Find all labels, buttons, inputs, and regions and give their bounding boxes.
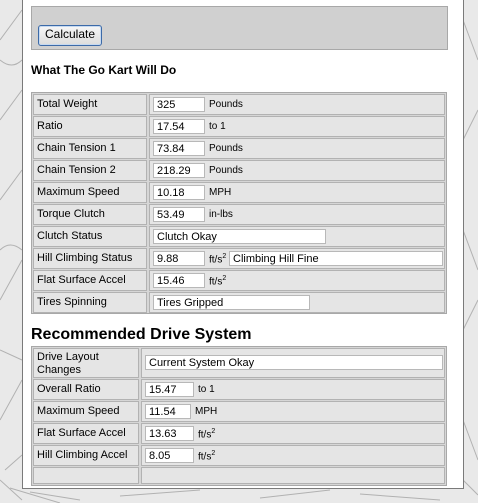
value-cell: 10.18 MPH — [149, 182, 445, 203]
value-field[interactable]: 53.49 — [153, 207, 205, 222]
value-cell: 73.84 Pounds — [149, 138, 445, 159]
unit-label: to 1 — [209, 121, 226, 132]
value-cell: 9.88 ft/s2 Climbing Hill Fine — [149, 248, 445, 269]
value-cell: 13.63 ft/s2 — [141, 423, 445, 444]
calculator-panel: Calculate What The Go Kart Will Do Total… — [22, 0, 464, 489]
unit-label: ft/s2 — [198, 428, 216, 441]
value-field[interactable]: 17.54 — [153, 119, 205, 134]
value-field[interactable]: 15.46 — [153, 273, 205, 288]
results-table: Total Weight 325 Pounds Ratio 17.54 to 1… — [31, 92, 447, 314]
row-label: Chain Tension 1 — [33, 138, 147, 159]
table-row-empty — [33, 467, 445, 484]
value-cell: 218.29 Pounds — [149, 160, 445, 181]
results-heading: What The Go Kart Will Do — [31, 63, 177, 77]
value-cell-empty — [141, 467, 445, 484]
unit-label: MPH — [209, 187, 232, 198]
table-row: Hill Climbing Accel 8.05 ft/s2 — [33, 445, 445, 466]
unit-label: Pounds — [209, 143, 243, 154]
table-row: Chain Tension 1 73.84 Pounds — [33, 138, 445, 159]
table-row: Torque Clutch 53.49 in-lbs — [33, 204, 445, 225]
table-row: Maximum Speed 11.54 MPH — [33, 401, 445, 422]
unit-label: to 1 — [198, 384, 215, 395]
recommended-heading: Recommended Drive System — [31, 326, 252, 343]
row-label: Tires Spinning — [33, 292, 147, 313]
unit-label: ft/s2 — [209, 275, 227, 288]
row-label: Ratio — [33, 116, 147, 137]
value-cell: 17.54 to 1 — [149, 116, 445, 137]
value-field[interactable]: 10.18 — [153, 185, 205, 200]
unit-label: MPH — [195, 406, 218, 417]
value-field[interactable]: 15.47 — [145, 382, 194, 397]
value-field[interactable]: 218.29 — [153, 163, 205, 178]
table-row: Drive Layout Changes Current System Okay — [33, 348, 445, 378]
value-cell: 11.54 MPH — [141, 401, 445, 422]
row-label: Maximum Speed — [33, 401, 139, 422]
row-label: Flat Surface Accel — [33, 423, 139, 444]
value-cell: 325 Pounds — [149, 94, 445, 115]
unit-label: ft/s2 — [209, 253, 227, 266]
clutch-status-field[interactable]: Clutch Okay — [153, 229, 326, 244]
table-row: Hill Climbing Status 9.88 ft/s2 Climbing… — [33, 248, 445, 269]
table-row: Clutch Status Clutch Okay — [33, 226, 445, 247]
tires-status-field[interactable]: Tires Gripped — [153, 295, 310, 310]
value-field[interactable]: 11.54 — [145, 404, 191, 419]
calculate-box: Calculate — [31, 6, 448, 50]
value-field[interactable]: 9.88 — [153, 251, 205, 266]
row-label: Maximum Speed — [33, 182, 147, 203]
row-label-empty — [33, 467, 139, 484]
row-label: Hill Climbing Accel — [33, 445, 139, 466]
table-row: Ratio 17.54 to 1 — [33, 116, 445, 137]
value-cell: 53.49 in-lbs — [149, 204, 445, 225]
value-cell: Current System Okay — [141, 348, 445, 378]
row-label: Drive Layout Changes — [33, 348, 139, 378]
unit-label: in-lbs — [209, 209, 233, 220]
hill-status-field[interactable]: Climbing Hill Fine — [229, 251, 443, 266]
table-row: Tires Spinning Tires Gripped — [33, 292, 445, 313]
row-label: Chain Tension 2 — [33, 160, 147, 181]
value-field[interactable]: 73.84 — [153, 141, 205, 156]
recommended-table: Drive Layout Changes Current System Okay… — [31, 346, 447, 486]
value-cell: 15.46 ft/s2 — [149, 270, 445, 291]
drive-layout-field[interactable]: Current System Okay — [145, 355, 443, 370]
table-row: Flat Surface Accel 13.63 ft/s2 — [33, 423, 445, 444]
unit-label: Pounds — [209, 165, 243, 176]
table-row: Overall Ratio 15.47 to 1 — [33, 379, 445, 400]
table-row: Total Weight 325 Pounds — [33, 94, 445, 115]
value-field[interactable]: 8.05 — [145, 448, 194, 463]
value-cell: 8.05 ft/s2 — [141, 445, 445, 466]
unit-label: Pounds — [209, 99, 243, 110]
calculate-button[interactable]: Calculate — [38, 25, 102, 46]
value-cell: Tires Gripped — [149, 292, 445, 313]
row-label: Flat Surface Accel — [33, 270, 147, 291]
value-cell: Clutch Okay — [149, 226, 445, 247]
row-label: Hill Climbing Status — [33, 248, 147, 269]
table-row: Chain Tension 2 218.29 Pounds — [33, 160, 445, 181]
row-label: Overall Ratio — [33, 379, 139, 400]
value-field[interactable]: 13.63 — [145, 426, 194, 441]
row-label: Clutch Status — [33, 226, 147, 247]
table-row: Maximum Speed 10.18 MPH — [33, 182, 445, 203]
value-field[interactable]: 325 — [153, 97, 205, 112]
value-cell: 15.47 to 1 — [141, 379, 445, 400]
row-label: Torque Clutch — [33, 204, 147, 225]
row-label: Total Weight — [33, 94, 147, 115]
unit-label: ft/s2 — [198, 450, 216, 463]
table-row: Flat Surface Accel 15.46 ft/s2 — [33, 270, 445, 291]
